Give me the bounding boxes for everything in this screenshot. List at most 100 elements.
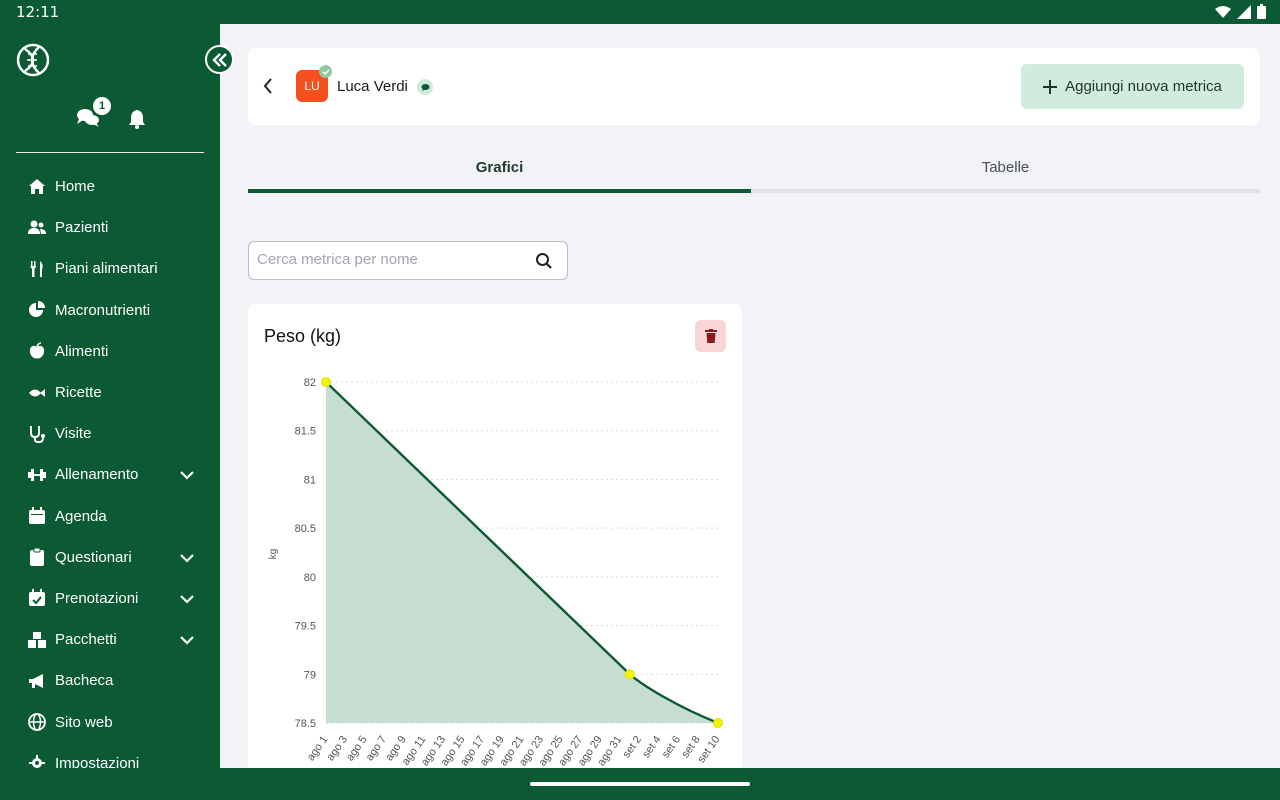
patient-header: LU Luca Verdi Aggiungi nuova metrica (248, 48, 1260, 125)
sidebar-item-bacheca[interactable]: Bacheca (0, 660, 220, 701)
bell-icon[interactable] (128, 109, 146, 129)
tab-grafici-label: Grafici (475, 159, 524, 176)
status-icons (1215, 4, 1266, 19)
metric-chart-card: Peso (kg) 82 81.5 81 80.5 80 79.5 79 78.5 kg ago … (248, 304, 742, 768)
status-time: 12:11 (16, 3, 60, 21)
apple-icon (28, 342, 46, 360)
home-icon (28, 178, 46, 196)
calendar-icon (28, 507, 46, 525)
sidebar-item-label: Home (55, 178, 96, 196)
double-chevron-left-icon (211, 52, 227, 67)
search-icon[interactable] (535, 252, 553, 270)
status-bar: 12:11 (0, 0, 1280, 24)
plus-icon (1043, 79, 1058, 94)
sidebar-item-label: Allenamento (55, 466, 139, 484)
chat-button[interactable]: 1 (76, 97, 111, 131)
gear-icon (28, 754, 46, 768)
patient-name[interactable]: Luca Verdi (337, 78, 408, 95)
battery-icon (1257, 4, 1266, 19)
fish-icon (28, 384, 46, 402)
sidebar-item-alimenti[interactable]: Alimenti (0, 331, 220, 372)
tab-tabelle[interactable]: Tabelle (751, 150, 1260, 193)
y-tick-label: 82 (304, 377, 316, 389)
pie-chart-icon (28, 301, 46, 319)
signal-icon (1237, 4, 1251, 19)
clipboard-icon (28, 548, 46, 567)
sidebar-item-pazienti[interactable]: Pazienti (0, 207, 220, 248)
x-tick-label: set 6 (660, 734, 684, 760)
globe-icon (28, 713, 46, 731)
main-content: LU Luca Verdi Aggiungi nuova metrica Gra… (220, 24, 1280, 768)
utensils-icon (28, 260, 46, 278)
y-tick-label: 81 (304, 474, 316, 486)
tab-grafici[interactable]: Grafici (248, 150, 751, 193)
sidebar-item-prenotazioni[interactable]: Prenotazioni (0, 578, 220, 619)
sidebar-item-label: Alimenti (55, 342, 109, 360)
users-icon (28, 219, 46, 237)
data-point (713, 718, 723, 728)
calendar-check-icon (28, 589, 46, 607)
patient-chat-icon[interactable] (417, 79, 433, 95)
add-metric-button[interactable]: Aggiungi nuova metrica (1021, 64, 1244, 109)
gesture-bar (0, 768, 1280, 800)
sidebar-divider (16, 152, 204, 153)
sidebar-item-sito-web[interactable]: Sito web (0, 701, 220, 742)
x-tick-label: set 4 (640, 734, 664, 760)
sidebar-item-label: Bacheca (55, 672, 114, 690)
y-tick-label: 79.5 (295, 621, 316, 633)
sidebar-item-label: Pacchetti (55, 631, 117, 649)
sidebar-item-home[interactable]: Home (0, 166, 220, 207)
sidebar-item-label: Ricette (55, 384, 102, 402)
chevron-down-icon[interactable] (180, 467, 194, 485)
sidebar-item-visite[interactable]: Visite (0, 413, 220, 454)
wifi-icon (1215, 5, 1231, 18)
sidebar: 1 Home Pazienti Piani alimentari Macronutri… (0, 24, 220, 768)
area-fill (326, 382, 718, 723)
sidebar-item-label: Visite (55, 425, 92, 443)
sidebar-item-ricette[interactable]: Ricette (0, 372, 220, 413)
y-axis-label: kg (268, 549, 279, 560)
add-metric-label: Aggiungi nuova metrica (1065, 78, 1222, 95)
sidebar-item-label: Macronutrienti (55, 301, 151, 319)
sidebar-item-label: Sito web (55, 713, 113, 731)
tab-tabelle-label: Tabelle (981, 159, 1030, 176)
app-logo-icon[interactable] (15, 41, 51, 79)
sidebar-item-allenamento[interactable]: Allenamento (0, 454, 220, 495)
sidebar-item-piani-alimentari[interactable]: Piani alimentari (0, 248, 220, 289)
chevron-down-icon[interactable] (180, 632, 194, 650)
y-tick-label: 78.5 (295, 718, 316, 730)
chevron-down-icon[interactable] (180, 591, 194, 609)
chevron-down-icon[interactable] (180, 550, 194, 568)
data-point (321, 377, 331, 387)
sidebar-item-label: Prenotazioni (55, 589, 139, 607)
y-tick-label: 81.5 (295, 426, 316, 438)
sidebar-item-macronutrienti[interactable]: Macronutrienti (0, 290, 220, 331)
sidebar-item-label: Impostazioni (55, 754, 140, 768)
sidebar-top-icons: 1 (76, 97, 146, 131)
sidebar-item-agenda[interactable]: Agenda (0, 496, 220, 537)
collapse-sidebar-button[interactable] (205, 45, 234, 74)
sidebar-item-label: Agenda (55, 507, 107, 525)
sidebar-nav: Home Pazienti Piani alimentari Macronutrien… (0, 166, 220, 768)
weight-chart: 8281.58180.58079.57978.5kgago 1ago 3ago … (268, 377, 723, 768)
verified-check-icon (319, 65, 332, 78)
y-tick-label: 80 (304, 572, 316, 584)
home-gesture-pill[interactable] (530, 782, 750, 786)
y-tick-label: 80.5 (295, 523, 316, 535)
chat-badge: 1 (93, 97, 111, 115)
sidebar-item-pacchetti[interactable]: Pacchetti (0, 619, 220, 660)
search-box (248, 241, 568, 280)
view-tabs: Grafici Tabelle (248, 150, 1260, 193)
search-input[interactable] (257, 251, 517, 268)
boxes-icon (28, 631, 46, 649)
megaphone-icon (28, 672, 46, 690)
sidebar-item-label: Pazienti (55, 219, 109, 237)
data-point (624, 669, 635, 680)
back-arrow-icon[interactable] (262, 76, 274, 96)
sidebar-item-label: Questionari (55, 548, 132, 566)
stethoscope-icon (28, 425, 46, 443)
y-tick-label: 79 (304, 669, 316, 681)
sidebar-item-impostazioni[interactable]: Impostazioni (0, 743, 220, 768)
dumbbell-icon (28, 466, 46, 484)
sidebar-item-questionari[interactable]: Questionari (0, 537, 220, 578)
